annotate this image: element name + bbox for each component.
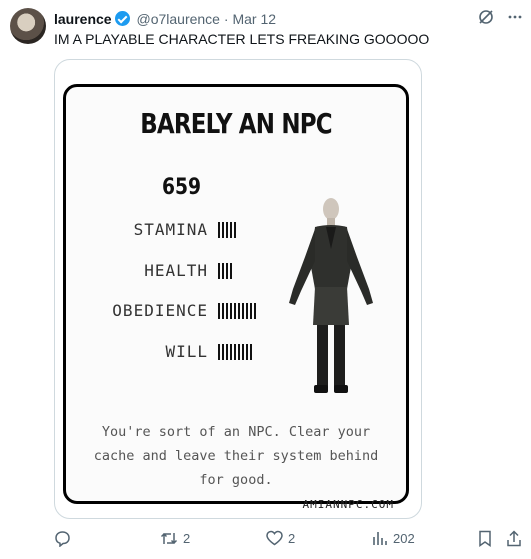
card-caption: You're sort of an NPC. Clear your cache … — [78, 420, 394, 492]
tweet-media[interactable]: BARELY AN NPC 659 STAMINA HEALTH OBEDIEN… — [54, 59, 422, 519]
author-name[interactable]: laurence — [54, 11, 112, 27]
separator: · — [223, 11, 229, 27]
avatar[interactable] — [10, 8, 46, 44]
retweet-button[interactable]: 2 — [160, 530, 190, 547]
stat-bars-stamina — [218, 222, 236, 238]
card-score: 659 — [162, 175, 202, 200]
stat-bar-tick — [218, 263, 220, 279]
author-handle[interactable]: @o7laurence — [136, 11, 220, 27]
stat-bar-tick — [234, 222, 236, 238]
character-figure — [289, 198, 373, 393]
caption-line: You're sort of an NPC. Clear your — [101, 424, 371, 440]
stat-bar-tick — [238, 344, 240, 360]
stat-bars-will — [218, 344, 252, 360]
stat-bars-obedience — [218, 303, 256, 319]
stat-bar-tick — [242, 303, 244, 319]
views-icon — [372, 530, 388, 546]
stat-bars-health — [218, 263, 232, 279]
share-icon — [506, 530, 522, 547]
stat-bar-tick — [226, 344, 228, 360]
bookmark-icon — [478, 530, 492, 547]
stat-label-will: WILL — [165, 342, 208, 361]
stat-bar-tick — [222, 222, 224, 238]
like-button[interactable]: 2 — [266, 530, 295, 546]
npc-result-card: BARELY AN NPC 659 STAMINA HEALTH OBEDIEN… — [63, 84, 409, 511]
stat-label-obedience: OBEDIENCE — [112, 301, 208, 320]
stat-bar-tick — [234, 344, 236, 360]
stat-bar-tick — [218, 344, 220, 360]
tweet-date[interactable]: Mar 12 — [232, 11, 276, 27]
stat-bar-tick — [230, 344, 232, 360]
tweet-text: IM A PLAYABLE CHARACTER LETS FREAKING GO… — [54, 31, 430, 47]
tweet-header: laurence @o7laurence · Mar 12 — [54, 10, 276, 28]
stat-bar-tick — [226, 263, 228, 279]
verified-badge-icon[interactable] — [114, 11, 130, 26]
caption-line: for good. — [199, 472, 273, 488]
stat-bar-tick — [230, 303, 232, 319]
stat-bar-tick — [250, 303, 252, 319]
stat-bar-tick — [238, 303, 240, 319]
stat-bar-tick — [222, 303, 224, 319]
stat-bar-tick — [242, 344, 244, 360]
retweet-count: 2 — [183, 531, 191, 546]
views-button[interactable]: 202 — [372, 530, 415, 546]
caption-line: cache and leave their system behind — [93, 448, 379, 464]
stat-bar-tick — [246, 344, 248, 360]
like-count: 2 — [288, 530, 296, 546]
stat-bar-tick — [218, 303, 220, 319]
bookmark-button[interactable] — [478, 530, 492, 547]
stat-bar-tick — [230, 222, 232, 238]
card-site: AMIANNPC.COM — [302, 498, 394, 511]
reply-button[interactable] — [54, 530, 71, 547]
retweet-icon — [160, 530, 178, 547]
stat-bar-tick — [254, 303, 256, 319]
stat-bar-tick — [234, 303, 236, 319]
more-icon[interactable] — [507, 9, 523, 25]
views-count: 202 — [393, 530, 415, 546]
stat-bar-tick — [226, 303, 228, 319]
grok-icon[interactable] — [477, 8, 495, 26]
stat-label-health: HEALTH — [144, 261, 208, 280]
stat-bar-tick — [226, 222, 228, 238]
tweet-top-actions — [477, 8, 523, 26]
stat-bar-tick — [222, 263, 224, 279]
stat-bar-tick — [222, 344, 224, 360]
stat-bar-tick — [250, 344, 252, 360]
stat-bar-tick — [218, 222, 220, 238]
share-button[interactable] — [506, 530, 522, 547]
stat-bar-tick — [230, 263, 232, 279]
stat-label-stamina: STAMINA — [133, 220, 208, 239]
like-icon — [266, 530, 283, 546]
stat-bar-tick — [246, 303, 248, 319]
card-title: BARELY AN NPC — [140, 107, 332, 140]
tweet-actions: 2 2 202 — [54, 530, 524, 550]
reply-icon — [54, 530, 71, 547]
